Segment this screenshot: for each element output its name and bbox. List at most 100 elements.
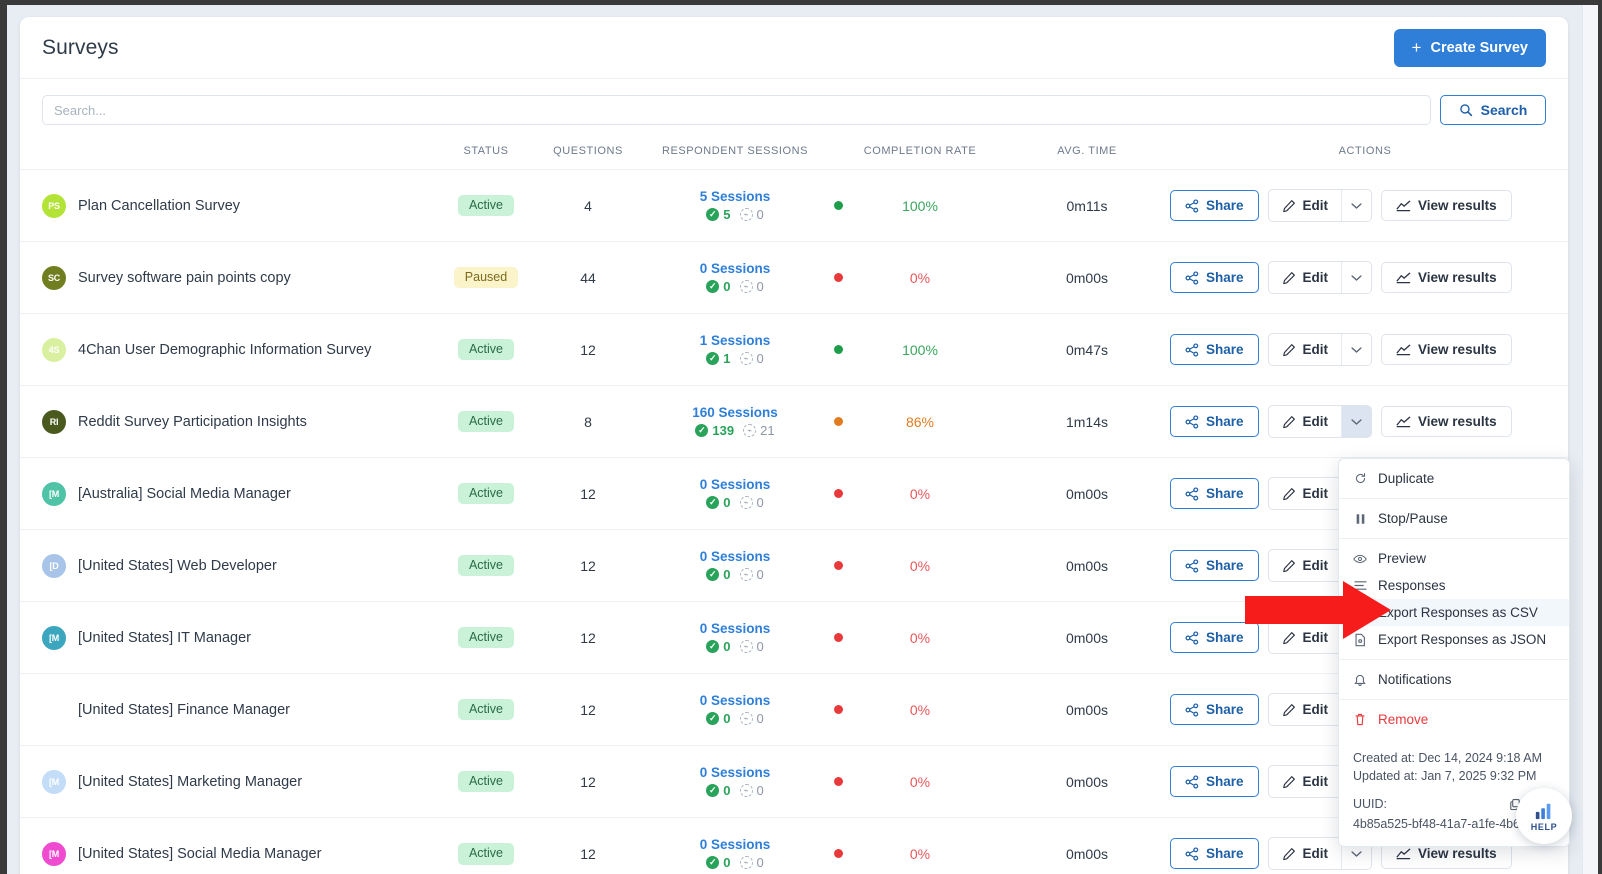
menu-item-export-responses-as-csv[interactable]: csv Export Responses as CSV: [1339, 599, 1569, 626]
menu-item-remove[interactable]: Remove: [1339, 706, 1569, 733]
completed-count: 0: [723, 639, 731, 654]
created-at-text: Created at: Dec 14, 2024 9:18 AM: [1353, 751, 1543, 765]
menu-item-notifications[interactable]: Notifications: [1339, 666, 1569, 693]
row-menu-toggle[interactable]: [1341, 190, 1372, 221]
card-header: Surveys + Create Survey: [20, 17, 1568, 79]
edit-button[interactable]: Edit: [1268, 622, 1342, 653]
completion-rate-value: 0%: [909, 629, 931, 646]
menu-item-responses[interactable]: Responses: [1339, 572, 1569, 599]
completed-count: 0: [723, 783, 731, 798]
table-row[interactable]: PS Plan Cancellation Survey Active 4 5 S…: [20, 169, 1568, 242]
completed-count: 0: [723, 495, 731, 510]
partial-count: 0: [756, 351, 764, 366]
edit-button[interactable]: Edit: [1268, 406, 1342, 437]
duplicate-icon: [1353, 472, 1367, 485]
search-input[interactable]: [42, 95, 1431, 125]
share-button[interactable]: Share: [1170, 838, 1259, 870]
share-button[interactable]: Share: [1170, 550, 1259, 581]
sessions-link[interactable]: 0 Sessions: [700, 477, 771, 492]
edit-button[interactable]: Edit: [1268, 766, 1342, 797]
edit-label: Edit: [1302, 270, 1329, 285]
sessions-link[interactable]: 0 Sessions: [700, 621, 771, 636]
pencil-icon: [1282, 703, 1295, 716]
view-results-button[interactable]: View results: [1381, 334, 1512, 365]
sessions-link[interactable]: 5 Sessions: [700, 189, 771, 204]
edit-button[interactable]: Edit: [1268, 478, 1342, 509]
view-results-label: View results: [1418, 198, 1497, 213]
row-menu-toggle[interactable]: [1341, 406, 1372, 437]
create-survey-button[interactable]: + Create Survey: [1393, 28, 1546, 67]
sessions-link[interactable]: 0 Sessions: [700, 549, 771, 564]
share-button[interactable]: Share: [1170, 262, 1259, 293]
table-row[interactable]: SC Survey software pain points copy Paus…: [20, 241, 1568, 314]
edit-button[interactable]: Edit: [1268, 262, 1342, 293]
edit-label: Edit: [1302, 198, 1329, 213]
completed-count: 0: [723, 711, 731, 726]
partial-circle-icon: ⌁: [739, 640, 753, 653]
partial-count: 21: [760, 423, 775, 438]
status-badge: Active: [457, 842, 515, 865]
view-results-button[interactable]: View results: [1381, 406, 1512, 437]
table-row[interactable]: RI Reddit Survey Participation Insights …: [20, 385, 1568, 458]
results-chart-icon: [1396, 344, 1411, 356]
dropdown-group: Duplicate: [1339, 459, 1569, 499]
sessions-link[interactable]: 0 Sessions: [700, 261, 771, 276]
view-results-button[interactable]: View results: [1381, 262, 1512, 293]
share-button[interactable]: Share: [1170, 766, 1259, 797]
share-icon: [1185, 270, 1199, 285]
actions-cell: Share Edit View results: [1162, 170, 1568, 242]
avatar: PS: [42, 193, 66, 218]
menu-item-duplicate[interactable]: Duplicate: [1339, 465, 1569, 492]
table-row[interactable]: 4S 4Chan User Demographic Information Su…: [20, 313, 1568, 386]
edit-button[interactable]: Edit: [1268, 190, 1342, 221]
share-button[interactable]: Share: [1170, 622, 1259, 653]
completed-sessions: ✓ 0: [706, 567, 731, 582]
status-cell: Paused: [438, 242, 534, 314]
status-badge: Active: [457, 698, 515, 721]
survey-name-cell: 4S 4Chan User Demographic Information Su…: [20, 314, 438, 386]
share-button[interactable]: Share: [1170, 478, 1259, 509]
col-header-completion: COMPLETION RATE: [863, 145, 977, 157]
sessions-link[interactable]: 160 Sessions: [692, 405, 778, 420]
menu-item-preview[interactable]: Preview: [1339, 545, 1569, 572]
sessions-link[interactable]: 0 Sessions: [700, 693, 771, 708]
completion-rate-value: 0%: [909, 557, 931, 574]
survey-name-cell: [M [United States] Social Media Manager: [20, 818, 438, 874]
table-row[interactable]: [M [United States] Marketing Manager Act…: [20, 745, 1568, 818]
help-button[interactable]: HELP: [1516, 788, 1572, 844]
row-menu-toggle[interactable]: [1341, 334, 1372, 365]
table-row[interactable]: [M [Australia] Social Media Manager Acti…: [20, 457, 1568, 530]
table-row[interactable]: [M [United States] IT Manager Active 12 …: [20, 601, 1568, 674]
edit-button[interactable]: Edit: [1268, 334, 1342, 365]
view-results-button[interactable]: View results: [1381, 190, 1512, 221]
status-dot-icon: [834, 489, 843, 498]
results-chart-icon: [1396, 200, 1411, 212]
table-row[interactable]: [M [United States] Finance Manager Activ…: [20, 673, 1568, 746]
partial-sessions: ⌁ 0: [739, 495, 764, 510]
edit-button[interactable]: Edit: [1268, 838, 1342, 870]
search-button[interactable]: Search: [1440, 95, 1546, 125]
edit-button[interactable]: Edit: [1268, 694, 1342, 725]
share-button[interactable]: Share: [1170, 190, 1259, 221]
sessions-link[interactable]: 0 Sessions: [700, 765, 771, 780]
sessions-link[interactable]: 1 Sessions: [700, 333, 771, 348]
row-menu-toggle[interactable]: [1341, 262, 1372, 293]
table-row[interactable]: [D [United States] Web Developer Active …: [20, 529, 1568, 602]
share-button[interactable]: Share: [1170, 334, 1259, 365]
col-header-sessions: RESPONDENT SESSIONS: [662, 145, 808, 157]
table-row[interactable]: [M [United States] Social Media Manager …: [20, 817, 1568, 874]
sessions-cell: 0 Sessions ✓ 0 ⌁ 0: [642, 242, 828, 314]
menu-item-export-responses-as-json[interactable]: Export Responses as JSON: [1339, 626, 1569, 653]
share-button[interactable]: Share: [1170, 694, 1259, 725]
pencil-icon: [1282, 343, 1295, 356]
survey-name-cell: [M [Australia] Social Media Manager: [20, 458, 438, 530]
survey-name-cell: PS Plan Cancellation Survey: [20, 170, 438, 242]
menu-item-stop-pause[interactable]: Stop/Pause: [1339, 505, 1569, 532]
edit-button[interactable]: Edit: [1268, 550, 1342, 581]
sessions-link[interactable]: 0 Sessions: [700, 837, 771, 852]
edit-label: Edit: [1302, 486, 1329, 501]
share-button[interactable]: Share: [1170, 406, 1259, 437]
status-dot-icon: [834, 273, 843, 282]
partial-sessions: ⌁ 0: [739, 207, 764, 222]
page-scrollbar[interactable]: [1582, 5, 1598, 874]
